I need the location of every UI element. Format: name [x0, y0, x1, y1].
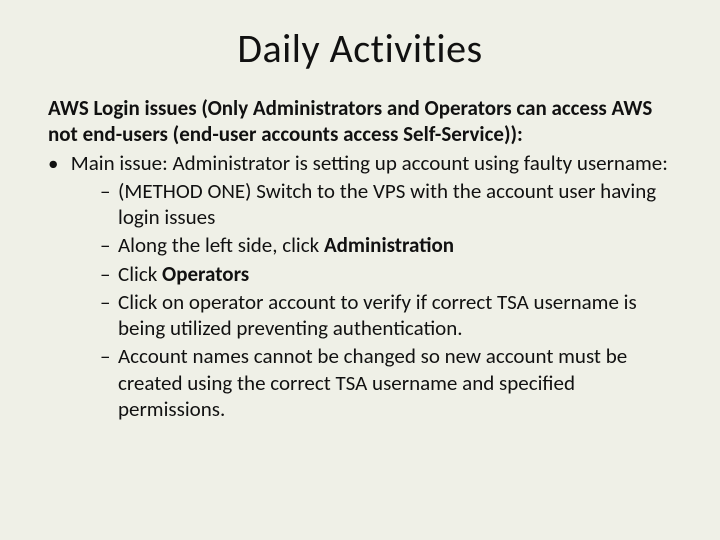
slide-title: Daily Activities: [48, 24, 672, 73]
slide-body: AWS Login issues (Only Administrators an…: [48, 95, 672, 422]
step-text: (METHOD ONE) Switch to the VPS with the …: [118, 178, 656, 230]
list-item: Along the left side, click Administratio…: [100, 232, 672, 258]
main-issue-text: Main issue: Administrator is setting up …: [71, 150, 668, 176]
step-bold: Operators: [162, 261, 249, 287]
bullet-list-level1: Main issue: Administrator is setting up …: [48, 150, 672, 423]
lead-text: AWS Login issues (Only Administrators an…: [48, 95, 672, 148]
list-item: Click Operators: [100, 261, 672, 287]
step-text: Along the left side, click: [118, 232, 324, 258]
list-item: Main issue: Administrator is setting up …: [66, 150, 672, 423]
slide: Daily Activities AWS Login issues (Only …: [0, 0, 720, 540]
step-bold: Administration: [324, 232, 454, 258]
list-item: Account names cannot be changed so new a…: [100, 343, 672, 422]
bullet-list-level2: (METHOD ONE) Switch to the VPS with the …: [66, 178, 672, 422]
step-text: Click: [118, 261, 162, 287]
list-item: (METHOD ONE) Switch to the VPS with the …: [100, 178, 672, 231]
step-text: Account names cannot be changed so new a…: [118, 343, 627, 422]
list-item: Click on operator account to verify if c…: [100, 289, 672, 342]
step-text: Click on operator account to verify if c…: [118, 289, 637, 341]
